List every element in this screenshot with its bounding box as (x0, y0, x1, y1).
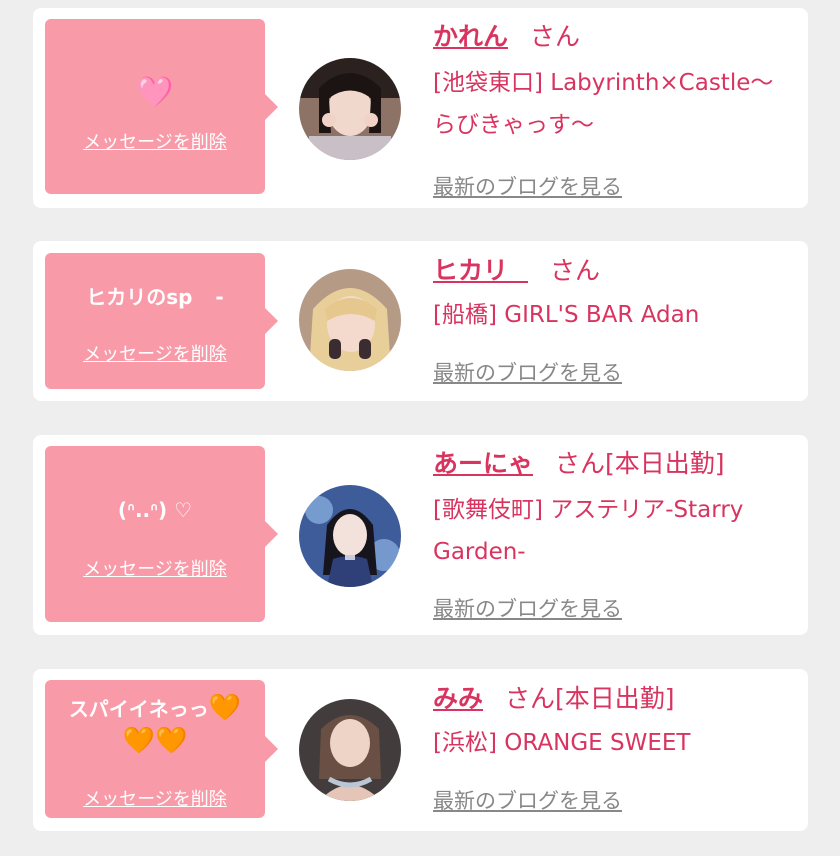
latest-blog-link[interactable]: 最新のブログを見る (433, 785, 622, 815)
latest-blog-link[interactable]: 最新のブログを見る (433, 357, 622, 387)
message-card: (ᐢ..ᐢ) ♡ メッセージを削除 あーにゃ さん[本日出勤] [歌舞伎町] アス… (33, 435, 808, 635)
profile-name-link[interactable]: みみ (433, 684, 483, 713)
message-text: スパイイネっっ🧡 🧡🧡 (51, 692, 259, 758)
avatar[interactable] (299, 269, 401, 371)
message-bubble: ヒカリのsp - メッセージを削除 (45, 253, 278, 389)
message-bubble: (ᐢ..ᐢ) ♡ メッセージを削除 (45, 446, 278, 622)
shop-name: [船橋] GIRL'S BAR Adan (433, 302, 700, 328)
name-line: あーにゃ さん[本日出勤] (433, 447, 796, 481)
delete-message-link[interactable]: メッセージを削除 (45, 788, 265, 812)
profile-photo-icon (299, 485, 401, 587)
message-card: ヒカリのsp - メッセージを削除 ヒカリ さん [船橋] GIRL'S BA… (33, 241, 808, 401)
delete-message-link[interactable]: メッセージを削除 (45, 131, 265, 155)
profile-name-link[interactable]: あーにゃ (433, 449, 533, 478)
message-body: スパイイネっっ (68, 697, 209, 721)
message-list: 🩷 メッセージを削除 かれん さん [池袋東口] Labyrinth×Castle… (0, 0, 840, 856)
shop-name: [歌舞伎町] アステリア-Starry Garden- (433, 497, 744, 565)
message-text: (ᐢ..ᐢ) ♡ (117, 498, 193, 522)
shop-name: [池袋東口] Labyrinth×Castle〜らびきゃっす〜 (433, 70, 774, 138)
delete-message-link[interactable]: メッセージを削除 (45, 558, 265, 582)
message-text: ヒカリのsp - (86, 285, 224, 309)
pink-heart-icon: 🩷 (136, 75, 174, 110)
avatar[interactable] (299, 58, 401, 160)
latest-blog-link[interactable]: 最新のブログを見る (433, 171, 622, 201)
profile-photo-icon (299, 58, 401, 160)
profile-info: ヒカリ さん [船橋] GIRL'S BAR Adan 最新のブログを見る (433, 254, 796, 394)
profile-name-link[interactable]: ヒカリ (433, 256, 528, 285)
name-suffix: さん (550, 256, 601, 285)
profile-photo-icon (299, 269, 401, 371)
message-text: 🩷 (51, 77, 259, 111)
avatar[interactable] (299, 485, 401, 587)
shop-name: [浜松] ORANGE SWEET (433, 730, 691, 756)
profile-photo-icon (299, 699, 401, 801)
orange-heart-icon: 🧡🧡 (122, 726, 188, 756)
name-suffix: さん[本日出勤] (555, 449, 725, 478)
delete-message-link[interactable]: メッセージを削除 (45, 343, 265, 367)
name-line: かれん さん (433, 20, 796, 54)
profile-info: あーにゃ さん[本日出勤] [歌舞伎町] アステリア-Starry Garden-… (433, 447, 796, 627)
message-bubble: スパイイネっっ🧡 🧡🧡 メッセージを削除 (45, 680, 278, 818)
profile-info: かれん さん [池袋東口] Labyrinth×Castle〜らびきゃっす〜 最新… (433, 20, 796, 200)
orange-heart-icon: 🧡 (208, 693, 242, 723)
message-card: 🩷 メッセージを削除 かれん さん [池袋東口] Labyrinth×Castle… (33, 8, 808, 208)
name-line: ヒカリ さん (433, 254, 796, 288)
profile-name-link[interactable]: かれん (433, 22, 508, 51)
message-bubble: 🩷 メッセージを削除 (45, 19, 278, 194)
name-suffix: さん[本日出勤] (505, 684, 675, 713)
latest-blog-link[interactable]: 最新のブログを見る (433, 593, 622, 623)
message-card: スパイイネっっ🧡 🧡🧡 メッセージを削除 みみ さん[本日出勤] [浜松] ORA… (33, 669, 808, 831)
name-line: みみ さん[本日出勤] (433, 682, 796, 716)
name-suffix: さん (530, 22, 581, 51)
profile-info: みみ さん[本日出勤] [浜松] ORANGE SWEET 最新のブログを見る (433, 682, 796, 824)
avatar[interactable] (299, 699, 401, 801)
